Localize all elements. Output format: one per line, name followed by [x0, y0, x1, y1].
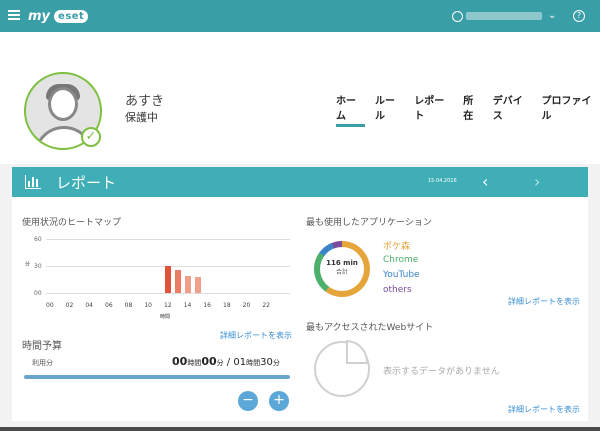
sites-title: 最もアクセスされたWebサイト — [306, 323, 434, 333]
bar-chart-icon — [25, 175, 41, 189]
app-item-youtube: YouTube — [383, 270, 420, 280]
heatmap-bar — [174, 269, 181, 293]
x-tick: 04 — [85, 302, 93, 309]
heatmap-title: 使用状況のヒートマップ — [22, 218, 122, 228]
profile-name: あすき — [125, 94, 165, 109]
tab-home[interactable]: ホーム — [336, 92, 365, 127]
y-tick: 60 — [34, 236, 42, 243]
budget-title: 時間予算 — [22, 341, 62, 352]
donut-center: 116 min 合計 — [320, 247, 364, 291]
apps-donut-chart: 116 min 合計 — [314, 241, 370, 297]
gridline — [46, 293, 290, 294]
tab-report[interactable]: レポート — [414, 92, 453, 127]
tab-rules[interactable]: ルール — [375, 92, 404, 127]
x-tick: 14 — [183, 302, 192, 309]
heatmap-bar — [165, 266, 171, 293]
footer-line — [0, 427, 600, 431]
budget-progress-bar — [24, 375, 290, 379]
check-icon: ✓ — [81, 127, 101, 147]
x-tick: 20 — [242, 302, 251, 309]
total-minutes: 30 — [260, 357, 273, 368]
increase-budget-button[interactable]: + — [269, 391, 289, 411]
heatmap-bar — [184, 275, 191, 293]
logo-brand: eset — [54, 9, 89, 23]
separator: / — [223, 357, 234, 368]
hours-unit: 時間 — [187, 359, 202, 367]
apps-detail-link[interactable]: 詳細レポートを表示 — [508, 296, 580, 307]
total-hours: 01 — [233, 357, 247, 368]
user-name-redacted[interactable] — [466, 12, 542, 20]
budget-value: 00時間00分 / 01時間30分 — [172, 355, 280, 368]
heatmap-bar — [194, 276, 201, 293]
y-axis-label: 分 — [24, 261, 30, 266]
x-axis-label: 時間 — [160, 314, 171, 320]
chevron-left-icon[interactable]: ‹ — [482, 172, 488, 191]
x-tick: 06 — [105, 302, 113, 309]
help-icon[interactable]: ? — [573, 10, 585, 22]
chevron-down-icon[interactable]: ⌄ — [548, 10, 556, 21]
top-bar: my eset ⌄ ? — [0, 0, 600, 32]
profile-tabs: ホーム ルール レポート 所在 デバイス プロファイル — [336, 92, 600, 127]
tab-location[interactable]: 所在 — [463, 92, 483, 127]
user-icon[interactable] — [452, 11, 463, 22]
apps-total-label: 合計 — [335, 269, 348, 276]
app-item-pokemori: ポケ森 — [383, 242, 411, 252]
logo-my: my — [28, 8, 51, 24]
app-item-chrome: Chrome — [383, 255, 419, 265]
profile-status: 保護中 — [125, 111, 158, 124]
gridline — [46, 239, 290, 240]
x-tick: 08 — [124, 302, 133, 309]
report-title: レポート — [56, 174, 117, 192]
x-tick: 10 — [144, 302, 152, 309]
avatar-head — [48, 87, 78, 121]
minutes-unit: 分 — [216, 359, 224, 367]
app-item-others: others — [383, 285, 412, 295]
x-tick: 12 — [164, 302, 172, 309]
x-tick: 18 — [223, 302, 231, 309]
minutes-unit: 分 — [272, 359, 280, 367]
budget-used-label: 利用分 — [32, 359, 53, 367]
logo[interactable]: my eset — [28, 8, 89, 24]
used-minutes: 00 — [201, 355, 217, 368]
x-tick: 00 — [46, 302, 54, 309]
decrease-budget-button[interactable]: − — [238, 391, 258, 411]
x-tick: 22 — [262, 302, 270, 309]
x-tick: 02 — [65, 302, 74, 309]
sites-detail-link[interactable]: 詳細レポートを表示 — [508, 404, 580, 415]
chevron-right-icon[interactable]: › — [534, 172, 540, 191]
tab-devices[interactable]: デバイス — [493, 92, 532, 127]
apps-title: 最も使用したアプリケーション — [306, 218, 432, 228]
y-tick: 00 — [34, 290, 42, 297]
hours-unit: 時間 — [246, 359, 261, 367]
y-tick: 30 — [34, 263, 42, 270]
report-header: レポート 15.04.2016 ‹ › — [12, 167, 588, 197]
hamburger-menu-icon[interactable] — [8, 10, 20, 20]
tab-profile[interactable]: プロファイル — [541, 92, 600, 127]
heatmap-chart: 60 30 00 分 時間 00 02 04 06 08 10 12 14 16 18 20 22 — [24, 235, 290, 320]
report-date: 15.04.2016 — [428, 178, 457, 184]
x-tick: 16 — [203, 302, 211, 309]
used-hours: 00 — [172, 355, 188, 368]
sites-empty-message: 表示するデータがありません — [383, 367, 500, 377]
heatmap-detail-link[interactable]: 詳細レポートを表示 — [220, 330, 292, 341]
apps-total-value: 116 min — [326, 259, 358, 267]
